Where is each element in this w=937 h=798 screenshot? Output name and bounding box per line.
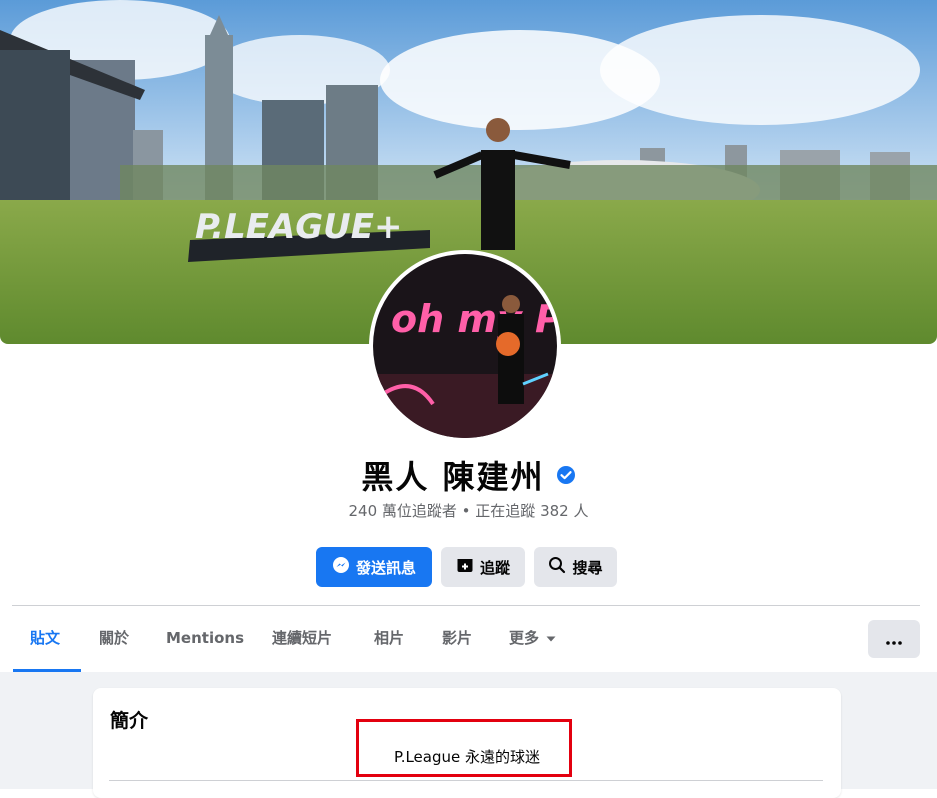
cover-sign-text: P.LEAGUE+ [195,207,403,247]
tab-more-label: 更多 [509,629,540,647]
profile-avatar[interactable]: oh my PLG [369,250,561,442]
intro-divider [109,780,823,781]
highlight-box [356,719,572,777]
tab-more[interactable]: 更多 [509,606,556,669]
send-message-label: 發送訊息 [355,558,416,577]
search-icon [548,556,572,578]
tab-mentions-label: Mentions [166,628,245,647]
follow-icon [456,556,480,578]
tab-videos-label: 影片 [442,629,473,647]
follower-stats[interactable]: 240 萬位追蹤者 • 正在追蹤 382 人 [0,500,937,521]
tab-reels-label: 連續短片 [272,629,333,647]
tab-reels[interactable]: 連續短片 [272,606,332,669]
profile-tabs: 貼文 關於 Mentions 連續短片 相片 影片 更多 [12,606,920,672]
follow-label: 追蹤 [479,558,510,577]
tab-about-label: 關於 [99,629,130,647]
tab-videos[interactable]: 影片 [442,606,472,669]
tab-about[interactable]: 關於 [99,606,129,669]
more-options-button[interactable] [868,620,920,658]
messenger-icon [332,556,356,578]
tab-photos-label: 相片 [374,629,405,647]
search-label: 搜尋 [572,558,603,577]
avatar-art-text: oh my PLG [391,297,557,341]
tab-posts[interactable]: 貼文 [30,606,60,669]
verified-badge-icon [556,465,576,485]
caret-down-icon [546,629,556,647]
search-button[interactable]: 搜尋 [534,547,617,587]
more-dots-icon [886,630,902,649]
intro-title: 簡介 [110,710,149,732]
tab-mentions[interactable]: Mentions [166,606,244,669]
follow-button[interactable]: 追蹤 [441,547,525,587]
send-message-button[interactable]: 發送訊息 [316,547,432,587]
profile-name: 黑人 陳建州 [361,458,545,496]
tab-photos[interactable]: 相片 [374,606,404,669]
tab-posts-label: 貼文 [30,629,61,647]
profile-name-row: 黑人 陳建州 [0,452,937,498]
